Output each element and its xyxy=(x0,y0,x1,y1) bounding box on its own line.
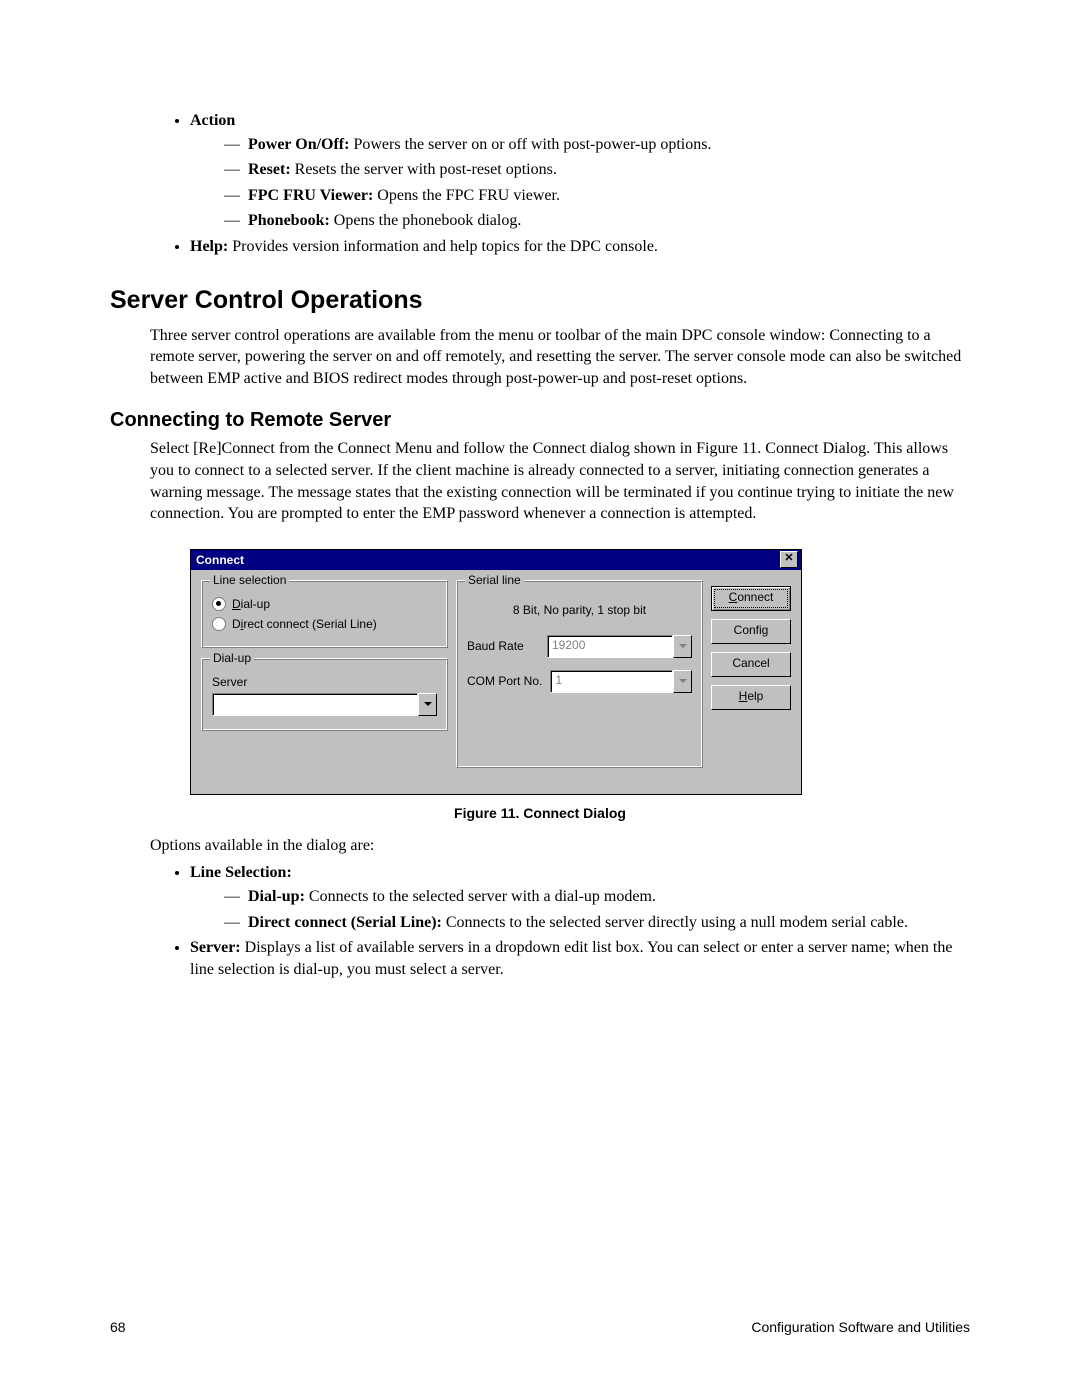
options-intro: Options available in the dialog are: xyxy=(150,835,970,857)
com-port-value: 1 xyxy=(550,670,673,693)
baud-rate-dropdown-button xyxy=(673,635,692,658)
line-selection-sublist: Dial-up: Connects to the selected server… xyxy=(190,886,970,933)
group-line-selection: Line selection Dial-up Direct connect (S… xyxy=(201,580,448,648)
page-footer: 68 Configuration Software and Utilities xyxy=(110,1319,970,1335)
connect-dialog-window: Connect ✕ Line selection Dial-up Direct … xyxy=(190,549,802,795)
option-server: Server: Displays a list of available ser… xyxy=(190,937,970,980)
para-server-control: Three server control operations are avai… xyxy=(150,325,970,390)
action-label: Action xyxy=(190,112,235,129)
group-serial-line: Serial line 8 Bit, No parity, 1 stop bit… xyxy=(456,580,703,768)
radio-direct[interactable] xyxy=(212,617,226,631)
baud-rate-label: Baud Rate xyxy=(467,639,539,653)
group-serial-line-legend: Serial line xyxy=(465,573,524,587)
config-button[interactable]: Config xyxy=(711,619,791,644)
radio-dialup-label: Dial-up xyxy=(232,597,270,611)
option-line-selection: Line Selection: Dial-up: Connects to the… xyxy=(190,862,970,933)
baud-rate-combo: 19200 xyxy=(547,635,692,658)
para-connecting-remote: Select [Re]Connect from the Connect Menu… xyxy=(150,438,970,524)
serial-info-text: 8 Bit, No parity, 1 stop bit xyxy=(467,603,692,617)
figure-caption: Figure 11. Connect Dialog xyxy=(110,805,970,821)
baud-rate-row: Baud Rate 19200 xyxy=(467,635,692,658)
action-sublist: Power On/Off: Powers the server on or of… xyxy=(190,134,970,232)
server-label: Server xyxy=(212,675,437,689)
group-dialup-legend: Dial-up xyxy=(210,651,254,665)
action-item-fruviewer: FPC FRU Viewer: Opens the FPC FRU viewer… xyxy=(224,185,970,207)
radio-dialup[interactable] xyxy=(212,597,226,611)
page: Action Power On/Off: Powers the server o… xyxy=(0,0,1080,1397)
com-port-combo: 1 xyxy=(550,670,692,693)
action-item-reset: Reset: Resets the server with post-reset… xyxy=(224,159,970,181)
heading-server-control-operations: Server Control Operations xyxy=(110,286,970,315)
titlebar: Connect ✕ xyxy=(191,550,801,570)
action-item-phonebook: Phonebook: Opens the phonebook dialog. xyxy=(224,210,970,232)
radio-dialup-row[interactable]: Dial-up xyxy=(212,597,437,611)
heading-connecting-remote: Connecting to Remote Server xyxy=(110,409,970,432)
help-button[interactable]: Help xyxy=(711,685,791,710)
top-bullet-list: Action Power On/Off: Powers the server o… xyxy=(110,110,970,258)
options-bullet-list: Line Selection: Dial-up: Connects to the… xyxy=(110,862,970,980)
radio-direct-label: Direct connect (Serial Line) xyxy=(232,617,377,631)
group-line-selection-legend: Line selection xyxy=(210,573,289,587)
com-port-label: COM Port No. xyxy=(467,674,542,688)
connect-button[interactable]: Connect xyxy=(711,586,791,611)
com-port-dropdown-button xyxy=(673,670,692,693)
option-line-selection-term: Line Selection: xyxy=(190,864,292,881)
subopt-dialup: Dial-up: Connects to the selected server… xyxy=(224,886,970,908)
column-right-buttons: Connect Config Cancel Help xyxy=(711,580,791,778)
server-combo[interactable] xyxy=(212,693,437,716)
help-bullet: Help: Provides version information and h… xyxy=(190,236,970,258)
window-body: Line selection Dial-up Direct connect (S… xyxy=(191,570,801,794)
radio-direct-row[interactable]: Direct connect (Serial Line) xyxy=(212,617,437,631)
action-bullet: Action Power On/Off: Powers the server o… xyxy=(190,110,970,232)
connect-dialog-figure: Connect ✕ Line selection Dial-up Direct … xyxy=(190,549,970,795)
footer-title: Configuration Software and Utilities xyxy=(751,1319,970,1335)
com-port-row: COM Port No. 1 xyxy=(467,670,692,693)
close-icon[interactable]: ✕ xyxy=(780,551,798,568)
server-dropdown-button[interactable] xyxy=(418,693,437,716)
page-number: 68 xyxy=(110,1319,126,1335)
group-dialup: Dial-up Server xyxy=(201,658,448,731)
cancel-button[interactable]: Cancel xyxy=(711,652,791,677)
baud-rate-value: 19200 xyxy=(547,635,673,658)
subopt-direct: Direct connect (Serial Line): Connects t… xyxy=(224,912,970,934)
column-middle: Serial line 8 Bit, No parity, 1 stop bit… xyxy=(456,580,703,778)
action-item-poweronoff: Power On/Off: Powers the server on or of… xyxy=(224,134,970,156)
server-input[interactable] xyxy=(212,693,418,716)
column-left: Line selection Dial-up Direct connect (S… xyxy=(201,580,448,778)
window-title: Connect xyxy=(196,553,244,567)
